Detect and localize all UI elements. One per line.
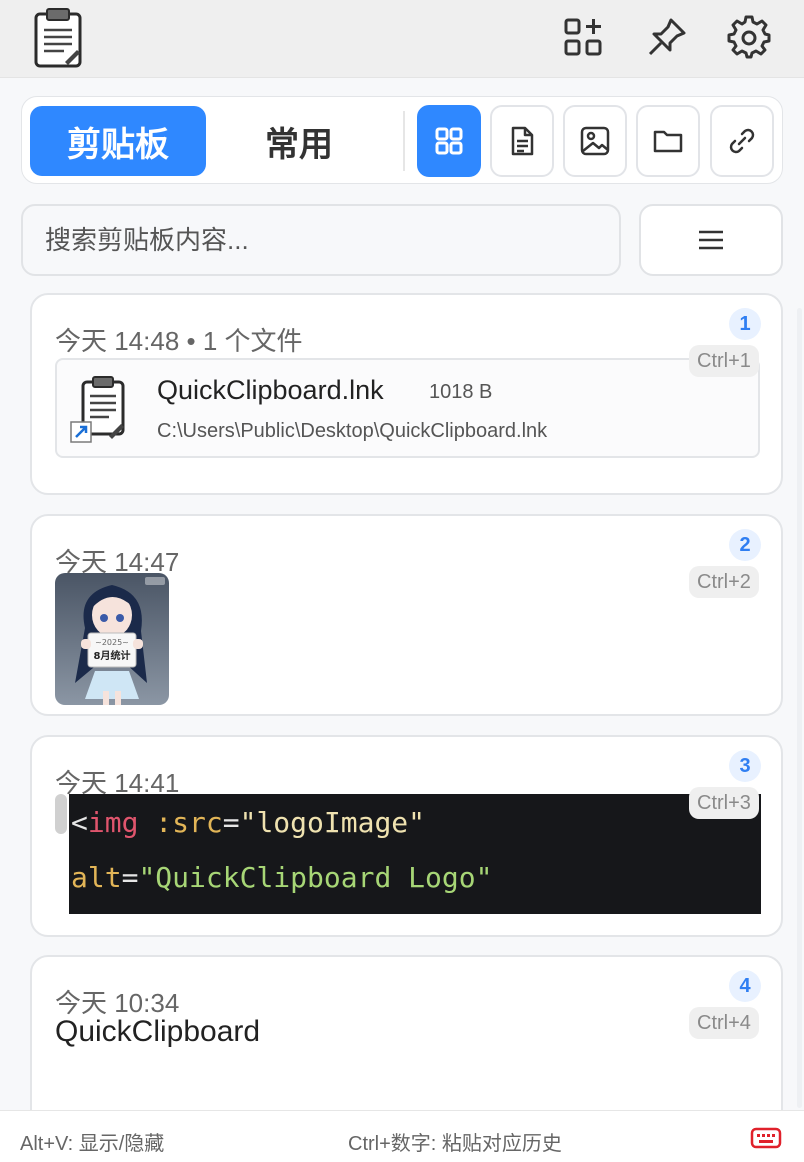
item-index-badge: 4 [729,970,761,1002]
item-shortcut-badge: Ctrl+3 [689,787,759,819]
pin-button[interactable] [642,10,692,64]
clipboard-item[interactable]: 今天 14:47 2 Ctrl+2 ~2025~ 8月统计 [30,514,783,716]
gear-icon [727,15,771,59]
hint-toggle: Alt+V: 显示/隐藏 [20,1133,165,1155]
file-path: C:\Users\Public\Desktop\QuickClipboard.l… [157,420,548,442]
sign-text-top: ~2025~ [95,638,129,647]
list-scrollbar[interactable] [797,308,802,1108]
document-icon [511,126,534,156]
clipboard-icon [34,8,82,68]
filter-all-button[interactable] [417,105,481,177]
file-name: QuickClipboard.lnk [157,375,384,405]
code-token: :src [155,806,223,839]
file-size: 1018 B [429,381,493,403]
item-index-badge: 3 [729,750,761,782]
code-token: "QuickClipboard Logo" [138,861,493,894]
filter-link-button[interactable] [710,105,774,177]
pin-icon [648,18,686,56]
keyboard-icon[interactable] [750,1127,782,1149]
item-shortcut-badge: Ctrl+2 [689,566,759,598]
quick-add-button[interactable] [558,10,608,64]
image-icon [580,126,610,156]
hint-paste: Ctrl+数字: 粘贴对应历史 [348,1133,562,1155]
code-scroll-handle[interactable] [55,794,67,834]
filter-text-button[interactable] [490,105,554,177]
code-line: alt="QuickClipboard Logo" [71,855,761,910]
item-shortcut-badge: Ctrl+1 [689,345,759,377]
anime-girl-image: ~2025~ 8月统计 [55,573,169,705]
item-index-badge: 2 [729,529,761,561]
code-token: alt [71,861,122,894]
code-token: "logoImage" [239,806,426,839]
code-token: = [121,861,139,894]
tab-clipboard[interactable]: 剪贴板 [30,106,206,176]
code-preview: <img :src="logoImage" alt="QuickClipboar… [69,794,761,914]
item-meta: 今天 14:48 • 1 个文件 [55,326,303,356]
settings-button[interactable] [724,10,774,64]
tab-divider [403,111,405,171]
menu-button[interactable] [639,204,783,276]
title-bar [0,0,804,78]
image-thumbnail[interactable]: ~2025~ 8月统计 [55,573,169,705]
tab-favorites[interactable]: 常用 [212,106,386,176]
code-token: < [71,806,88,839]
search-input[interactable] [21,204,621,276]
filter-file-button[interactable] [636,105,700,177]
item-index-badge: 1 [729,308,761,340]
item-text: QuickClipboard [55,1015,261,1048]
code-token: = [222,806,240,839]
clipboard-item[interactable]: 今天 14:48 • 1 个文件 1 QuickClipboard.lnk 10… [30,293,783,495]
code-line: <img :src="logoImage" [71,800,761,855]
menu-icon [699,230,723,250]
item-shortcut-badge: Ctrl+4 [689,1007,759,1039]
grid-icon [435,127,463,155]
file-entry[interactable]: QuickClipboard.lnk 1018 B C:\Users\Publi… [55,358,760,458]
main-panel: 剪贴板 常用 搜索剪贴板内容... 今天 14:48 • 1 个文件 1 Qui… [0,78,804,1155]
link-icon [729,128,755,154]
status-bar: Alt+V: 显示/隐藏 Ctrl+数字: 粘贴对应历史 [0,1110,804,1162]
folder-icon [653,130,683,153]
quick-add-icon [564,18,602,56]
tab-bar: 剪贴板 常用 [21,96,783,184]
code-token: img [87,806,139,839]
shortcut-file-icon [70,376,125,443]
sign-text-bottom: 8月统计 [94,649,131,662]
clipboard-item[interactable]: 今天 14:41 3 <img :src="logoImage" alt="Qu… [30,735,783,937]
filter-image-button[interactable] [563,105,627,177]
